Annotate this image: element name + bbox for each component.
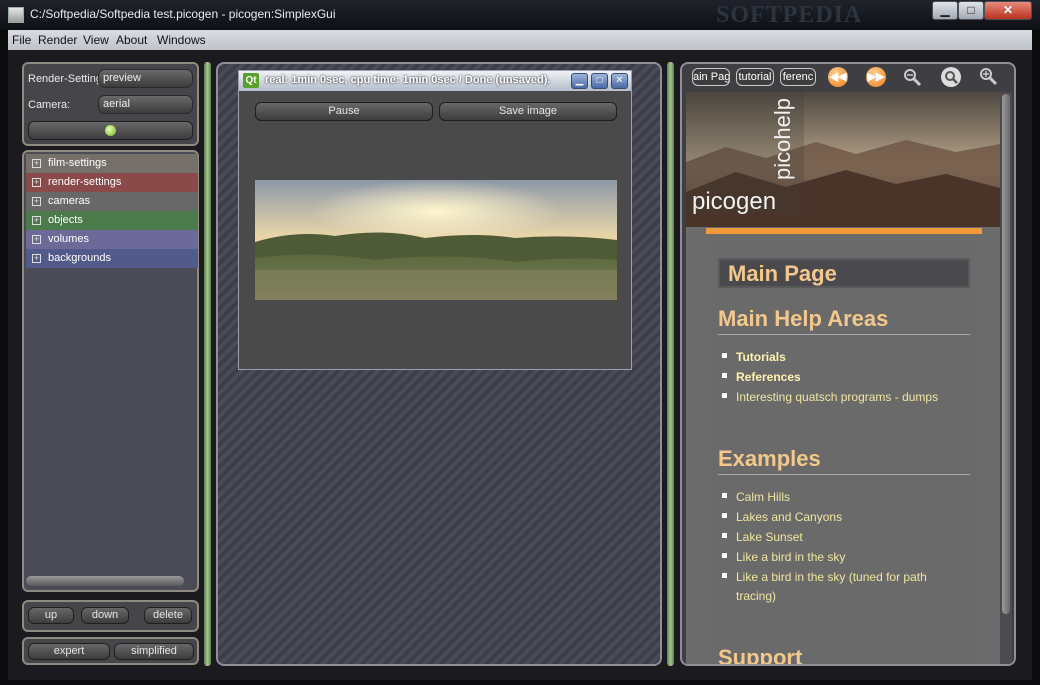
tree-hscrollbar[interactable]: [26, 576, 184, 586]
softpedia-watermark: SOFTPEDIA: [716, 2, 863, 28]
section-heading: Examples: [718, 446, 821, 471]
help-link[interactable]: Lakes and Canyons: [736, 508, 970, 527]
nav-tutorial-button[interactable]: tutorial: [736, 68, 774, 86]
scene-tree: SOFTPEDIA +film-settings+render-settings…: [22, 150, 199, 592]
splitter-right[interactable]: [667, 62, 674, 666]
bullet-icon: [722, 373, 727, 378]
delete-button[interactable]: delete: [144, 607, 192, 624]
tree-item-label: film-settings: [48, 157, 107, 169]
help-panel: ain Pag tutorial ferenc ◀◀ ▶▶ picogen pi…: [680, 62, 1016, 666]
expand-icon[interactable]: +: [32, 197, 41, 206]
help-link[interactable]: Lake Sunset: [736, 528, 970, 547]
app-icon: [8, 7, 24, 23]
help-sections: Main Help Areas Tutorials References Intere…: [718, 306, 970, 666]
menu-file[interactable]: File: [12, 33, 31, 47]
window-title: C:/Softpedia/Softpedia test.picogen - pi…: [30, 7, 336, 21]
help-link[interactable]: Like a bird in the sky (tuned for path t…: [736, 568, 970, 606]
tree-item-label: cameras: [48, 195, 91, 207]
main-page-title-box: Main Page: [718, 258, 970, 288]
qt-logo-icon: Qt: [243, 73, 259, 88]
help-link[interactable]: Like a bird in the sky: [736, 548, 970, 567]
camera-label: Camera:: [28, 99, 71, 111]
close-button[interactable]: ✕: [984, 1, 1032, 20]
zoom-reset-icon[interactable]: [940, 66, 962, 88]
render-settings-group: Render-Setting: preview Camera: aerial: [22, 62, 199, 146]
section-heading: Main Help Areas: [718, 306, 889, 331]
render-start-button[interactable]: [28, 121, 193, 140]
splitter-left[interactable]: [204, 62, 211, 666]
nav-main-page-button[interactable]: ain Pag: [692, 68, 730, 86]
help-scrollbar-thumb[interactable]: [1002, 94, 1010, 614]
menu-view[interactable]: View: [83, 33, 109, 47]
up-button[interactable]: up: [28, 607, 74, 624]
render-setting-combo[interactable]: preview: [98, 69, 193, 88]
expand-icon[interactable]: +: [32, 235, 41, 244]
help-content: picogen picohelp Main Page Main Help Are…: [686, 92, 1000, 666]
help-link[interactable]: Calm Hills: [736, 488, 970, 507]
section-rule: [718, 474, 970, 475]
zoom-in-icon[interactable]: [978, 66, 998, 86]
save-image-button[interactable]: Save image: [439, 102, 617, 121]
menu-bar: File Render View About Windows: [8, 30, 1032, 50]
rendered-landscape-image: [255, 180, 617, 300]
nav-references-button[interactable]: ferenc: [780, 68, 816, 86]
help-link[interactable]: References: [736, 368, 970, 387]
render-window: Qt real: 1min 0sec, cpu time: 1min 0sec …: [238, 70, 632, 370]
bullet-icon: [722, 353, 727, 358]
pause-button[interactable]: Pause: [255, 102, 433, 121]
tree-item-volumes[interactable]: + volumes: [26, 230, 198, 249]
tree-item-backgrounds[interactable]: + backgrounds: [26, 249, 198, 268]
render-window-minimize-button[interactable]: ▁: [571, 73, 588, 89]
window-titlebar: C:/Softpedia/Softpedia test.picogen - pi…: [0, 0, 1040, 30]
menu-about[interactable]: About: [116, 33, 147, 47]
expand-icon[interactable]: +: [32, 178, 41, 187]
help-link[interactable]: Tutorials: [736, 348, 970, 367]
section-rule: [718, 334, 970, 335]
tree-item-film-settings[interactable]: + film-settings: [26, 154, 198, 173]
tree-item-label: backgrounds: [48, 252, 111, 264]
main-page-title: Main Page: [728, 261, 837, 286]
tree-item-label: render-settings: [48, 176, 122, 188]
bullet-icon: [722, 393, 727, 398]
expand-icon[interactable]: +: [32, 216, 41, 225]
camera-combo[interactable]: aerial: [98, 95, 193, 114]
tree-item-label: volumes: [48, 233, 89, 245]
picohelp-logo-text: picohelp: [770, 98, 795, 180]
help-link[interactable]: Interesting quatsch programs - dumps: [736, 388, 970, 407]
bullet-icon: [722, 573, 727, 578]
picogen-logo-text: picogen: [692, 188, 777, 215]
render-window-close-button[interactable]: ✕: [611, 73, 628, 89]
tree-item-render-settings[interactable]: + render-settings: [26, 173, 198, 192]
bullet-icon: [722, 513, 727, 518]
bullet-icon: [722, 533, 727, 538]
maximize-button[interactable]: □: [958, 1, 984, 20]
forward-arrow-icon[interactable]: ▶▶: [866, 67, 886, 87]
simplified-button[interactable]: simplified: [114, 643, 194, 660]
render-setting-label: Render-Setting:: [28, 73, 106, 85]
render-window-title: real: 1min 0sec, cpu time: 1min 0sec / D…: [265, 74, 551, 86]
render-setting-value: preview: [103, 72, 141, 84]
render-window-maximize-button[interactable]: □: [591, 73, 608, 89]
mode-buttons-group: expert simplified: [22, 637, 199, 665]
order-buttons-group: up down delete: [22, 600, 199, 632]
menu-render[interactable]: Render: [38, 33, 77, 47]
bullet-icon: [722, 553, 727, 558]
expand-icon[interactable]: +: [32, 159, 41, 168]
down-button[interactable]: down: [81, 607, 129, 624]
menu-windows[interactable]: Windows: [157, 33, 206, 47]
minimize-button[interactable]: ▁: [932, 1, 958, 20]
tree-item-label: objects: [48, 214, 83, 226]
render-window-titlebar: Qt real: 1min 0sec, cpu time: 1min 0sec …: [239, 71, 631, 91]
bullet-icon: [722, 493, 727, 498]
back-arrow-icon[interactable]: ◀◀: [828, 67, 848, 87]
expand-icon[interactable]: +: [32, 254, 41, 263]
play-icon: [105, 125, 116, 136]
section-heading: Support: [718, 645, 803, 666]
zoom-out-icon[interactable]: [902, 67, 922, 87]
tree-list: + film-settings + render-settings + cameras + o…: [24, 154, 198, 274]
tree-item-cameras[interactable]: + cameras: [26, 192, 198, 211]
tree-item-objects[interactable]: + objects: [26, 211, 198, 230]
expert-button[interactable]: expert: [28, 643, 110, 660]
camera-value: aerial: [103, 98, 130, 110]
